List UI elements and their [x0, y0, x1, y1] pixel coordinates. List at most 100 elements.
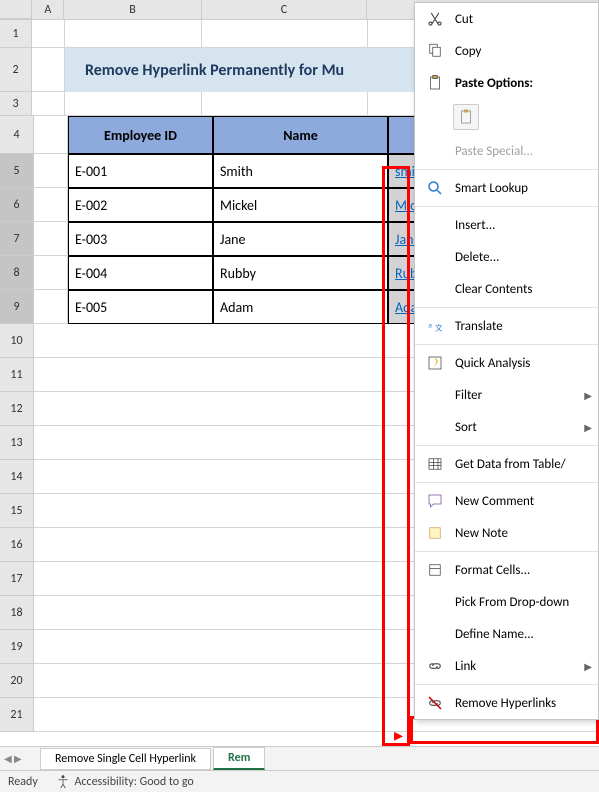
- col-header-a[interactable]: A: [32, 0, 64, 19]
- menu-label: Delete...: [455, 250, 592, 265]
- menu-label: Cut: [455, 12, 592, 27]
- table-cell-id[interactable]: E-001: [68, 154, 213, 188]
- table-header-name[interactable]: Name: [213, 116, 388, 154]
- tab-nav[interactable]: ◀ ▶: [4, 752, 22, 765]
- menu-label: Copy: [455, 44, 592, 59]
- row-header-18[interactable]: 18: [0, 596, 34, 630]
- row-header-14[interactable]: 14: [0, 460, 34, 494]
- sheet-tabs: ◀ ▶ Remove Single Cell Hyperlink Rem: [0, 746, 599, 770]
- menu-pick-dropdown[interactable]: Pick From Drop-down: [415, 586, 598, 618]
- menu-label: Format Cells...: [455, 563, 592, 578]
- row-header-6[interactable]: 6: [0, 188, 34, 222]
- cell[interactable]: [34, 256, 68, 290]
- menu-smart-lookup[interactable]: Smart Lookup: [415, 172, 598, 204]
- menu-link[interactable]: Link ▶: [415, 650, 598, 682]
- menu-separator: [415, 307, 598, 308]
- row-header-9[interactable]: 9: [0, 290, 34, 324]
- title-text: Remove Hyperlink Permanently for Mu: [85, 61, 344, 80]
- tab-active[interactable]: Rem: [213, 747, 265, 770]
- table-cell-id[interactable]: E-003: [68, 222, 213, 256]
- cell[interactable]: [32, 92, 65, 116]
- status-accessibility[interactable]: Accessibility: Good to go: [54, 773, 194, 791]
- row-header-21[interactable]: 21: [0, 698, 34, 732]
- table-icon: [423, 452, 447, 476]
- menu-format-cells[interactable]: Format Cells...: [415, 554, 598, 586]
- row-header-7[interactable]: 7: [0, 222, 34, 256]
- menu-translate[interactable]: a文 Translate: [415, 310, 598, 342]
- menu-get-data[interactable]: Get Data from Table/: [415, 448, 598, 480]
- menu-label: Quick Analysis: [455, 356, 592, 371]
- cell[interactable]: [34, 154, 68, 188]
- tab-remove-single[interactable]: Remove Single Cell Hyperlink: [40, 748, 211, 770]
- chevron-right-icon: ▶: [584, 389, 592, 402]
- menu-define-name[interactable]: Define Name...: [415, 618, 598, 650]
- row-header-1[interactable]: 1: [0, 20, 32, 48]
- paste-default-icon[interactable]: [453, 104, 479, 130]
- row-header-12[interactable]: 12: [0, 392, 34, 426]
- menu-separator: [415, 551, 598, 552]
- table-cell-name[interactable]: Mickel: [213, 188, 388, 222]
- blank-icon: [423, 383, 447, 407]
- menu-filter[interactable]: Filter ▶: [415, 379, 598, 411]
- row-header-15[interactable]: 15: [0, 494, 34, 528]
- blank-icon: [423, 415, 447, 439]
- menu-separator: [415, 445, 598, 446]
- cell[interactable]: [65, 92, 202, 116]
- table-cell-name[interactable]: Rubby: [213, 256, 388, 290]
- row-header-4[interactable]: 4: [0, 116, 34, 154]
- cell[interactable]: [34, 290, 68, 324]
- col-header-b[interactable]: B: [64, 0, 201, 19]
- col-header-c[interactable]: C: [202, 0, 368, 19]
- blank-icon: [423, 139, 447, 163]
- cell[interactable]: [65, 20, 202, 48]
- cell[interactable]: [34, 222, 68, 256]
- row-header-20[interactable]: 20: [0, 664, 34, 698]
- menu-delete[interactable]: Delete...: [415, 241, 598, 273]
- blank-icon: [423, 213, 447, 237]
- menu-label: New Note: [455, 526, 592, 541]
- table-cell-name[interactable]: Adam: [213, 290, 388, 324]
- row-header-10[interactable]: 10: [0, 324, 34, 358]
- chevron-right-icon: ▶: [584, 660, 592, 673]
- row-header-17[interactable]: 17: [0, 562, 34, 596]
- paste-options-row: [415, 99, 598, 135]
- menu-new-note[interactable]: New Note: [415, 517, 598, 549]
- cell[interactable]: [34, 188, 68, 222]
- svg-text:文: 文: [435, 323, 443, 334]
- menu-new-comment[interactable]: New Comment: [415, 485, 598, 517]
- row-header-2[interactable]: 2: [0, 48, 32, 92]
- menu-clear-contents[interactable]: Clear Contents: [415, 273, 598, 305]
- row-header-5[interactable]: 5: [0, 154, 34, 188]
- table-cell-name[interactable]: Jane: [213, 222, 388, 256]
- translate-icon: a文: [423, 314, 447, 338]
- blank-icon: [423, 277, 447, 301]
- table-cell-id[interactable]: E-004: [68, 256, 213, 290]
- row-header-13[interactable]: 13: [0, 426, 34, 460]
- search-icon: [423, 176, 447, 200]
- cell[interactable]: [202, 20, 368, 48]
- select-all[interactable]: [0, 0, 32, 19]
- cell[interactable]: [202, 92, 368, 116]
- menu-quick-analysis[interactable]: Quick Analysis: [415, 347, 598, 379]
- cell[interactable]: [32, 48, 65, 92]
- table-cell-name[interactable]: Smith: [213, 154, 388, 188]
- row-header-16[interactable]: 16: [0, 528, 34, 562]
- table-header-id[interactable]: Employee ID: [68, 116, 213, 154]
- link-icon: [423, 654, 447, 678]
- row-header-8[interactable]: 8: [0, 256, 34, 290]
- menu-sort[interactable]: Sort ▶: [415, 411, 598, 443]
- cell[interactable]: [34, 116, 68, 154]
- row-header-11[interactable]: 11: [0, 358, 34, 392]
- menu-remove-hyperlinks[interactable]: Remove Hyperlinks: [415, 687, 598, 719]
- menu-cut[interactable]: Cut: [415, 3, 598, 35]
- menu-label: Sort: [455, 420, 584, 435]
- table-cell-id[interactable]: E-002: [68, 188, 213, 222]
- row-header-19[interactable]: 19: [0, 630, 34, 664]
- row-header-3[interactable]: 3: [0, 92, 32, 116]
- menu-separator: [415, 344, 598, 345]
- cell[interactable]: [32, 20, 65, 48]
- chevron-right-icon: ▶: [584, 421, 592, 434]
- table-cell-id[interactable]: E-005: [68, 290, 213, 324]
- menu-copy[interactable]: Copy: [415, 35, 598, 67]
- menu-insert[interactable]: Insert...: [415, 209, 598, 241]
